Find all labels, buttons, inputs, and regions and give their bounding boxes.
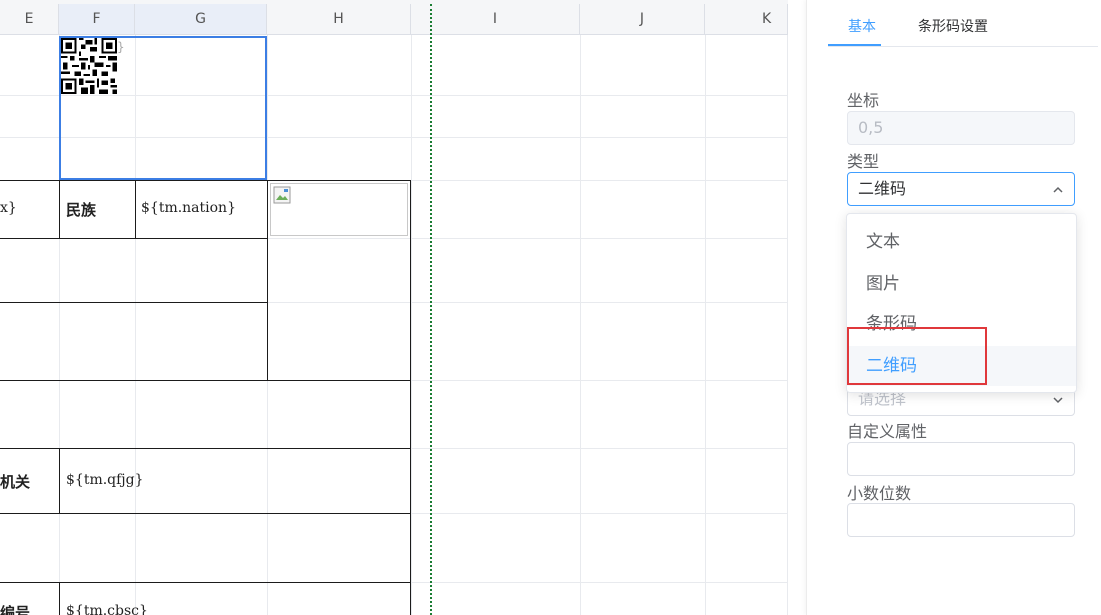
column-header-label: H <box>333 11 344 27</box>
column-header-j[interactable]: J <box>580 4 705 35</box>
grid-line <box>705 35 706 615</box>
qr-code-icon <box>61 38 117 94</box>
column-header-label: G <box>195 11 206 27</box>
tab-basic[interactable]: 基本 <box>848 16 876 36</box>
type-select[interactable]: 二维码 <box>847 172 1075 206</box>
coord-input: 0,5 <box>847 111 1075 145</box>
cell-number-label[interactable]: 编号 <box>0 602 30 615</box>
cell-number-field[interactable]: ${tm.cbsc} <box>66 603 148 615</box>
qr-field-brace: } <box>117 40 125 54</box>
coord-label: 坐标 <box>847 91 880 110</box>
tab-active-indicator <box>828 44 881 46</box>
table-border <box>0 448 411 449</box>
column-header-label: E <box>24 11 34 27</box>
cell-issuer-field[interactable]: ${tm.qfjg} <box>66 472 144 488</box>
custom-attr-label: 自定义属性 <box>847 422 928 441</box>
column-header-label: I <box>492 11 498 27</box>
type-label: 类型 <box>847 152 880 171</box>
table-border <box>0 513 411 514</box>
cell-ethnic-label[interactable]: 民族 <box>66 199 96 220</box>
decimal-label: 小数位数 <box>847 484 912 503</box>
type-select-value: 二维码 <box>858 179 907 198</box>
table-border <box>135 180 136 238</box>
grid-line <box>580 35 581 615</box>
panel-tabs: 基本 条形码设置 <box>828 0 1098 47</box>
table-border <box>59 582 60 615</box>
cell-sex-tail[interactable]: x} <box>0 200 17 216</box>
option-image[interactable]: 图片 <box>847 264 1076 304</box>
custom-attr-input[interactable] <box>847 442 1075 476</box>
chevron-down-icon <box>1053 397 1063 404</box>
grid-line <box>411 35 412 615</box>
table-border <box>410 180 411 615</box>
broken-image-icon <box>273 186 291 204</box>
table-border <box>59 180 60 238</box>
column-header-label: J <box>639 11 645 27</box>
spreadsheet-canvas[interactable]: E F G H I J K x} 民族 ${tm.nation} 机关 ${tm… <box>0 0 788 615</box>
decimal-input[interactable] <box>847 503 1075 537</box>
chevron-up-icon <box>1053 186 1063 193</box>
column-header-g[interactable]: G <box>135 4 267 35</box>
column-header-f[interactable]: F <box>59 4 135 35</box>
coord-value: 0,5 <box>858 118 884 137</box>
column-header-e[interactable]: E <box>0 4 59 35</box>
table-border <box>0 302 267 303</box>
column-header-label: K <box>762 11 772 27</box>
highlight-annotation <box>847 327 987 385</box>
table-border <box>0 238 267 239</box>
column-header-label: F <box>92 11 101 27</box>
column-header-k[interactable]: K <box>705 4 788 35</box>
table-border <box>0 180 411 181</box>
column-header-i[interactable]: I <box>411 4 580 35</box>
table-border <box>0 582 411 583</box>
cell-nation-field[interactable]: ${tm.nation} <box>141 200 236 216</box>
grid-line <box>787 35 788 615</box>
table-border <box>267 180 268 380</box>
table-border <box>59 448 60 513</box>
cell-issuer-label[interactable]: 机关 <box>0 471 30 492</box>
column-header-h[interactable]: H <box>267 4 411 35</box>
tab-barcode-settings[interactable]: 条形码设置 <box>918 16 988 36</box>
option-text[interactable]: 文本 <box>847 222 1076 262</box>
image-placeholder[interactable] <box>270 183 408 236</box>
page-break-line <box>430 4 432 615</box>
table-border <box>0 380 411 381</box>
